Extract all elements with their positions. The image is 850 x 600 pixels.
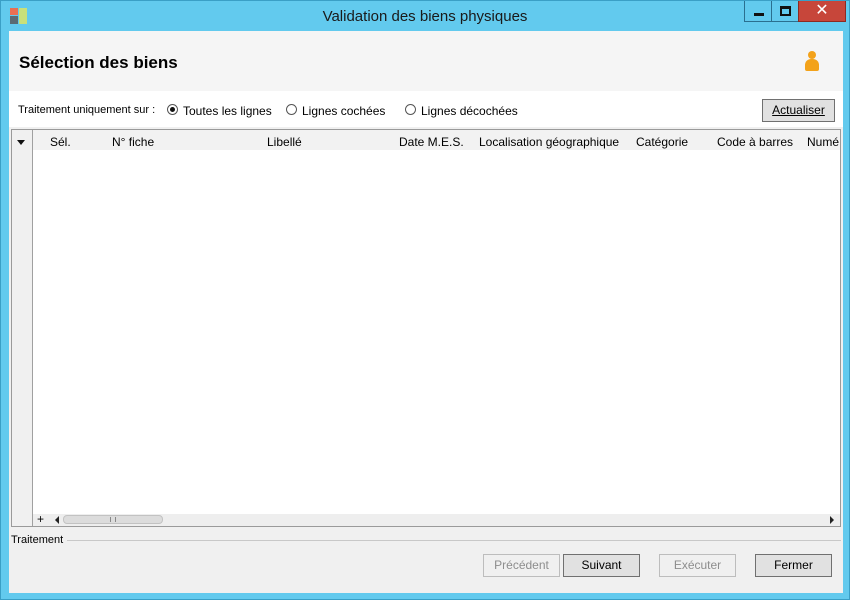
add-row-icon[interactable]: +	[37, 512, 44, 526]
grid-row-selector[interactable]	[12, 130, 33, 526]
column-header-code-barres[interactable]: Code à barres	[717, 135, 793, 149]
minimize-icon	[754, 13, 764, 16]
filter-label: Traitement uniquement sur :	[18, 104, 156, 116]
client-area: Sélection des biens Traitement uniquemen…	[9, 31, 843, 593]
app-window: Validation des biens physiques ✕ Sélecti…	[0, 0, 850, 600]
window-title: Validation des biens physiques	[322, 8, 528, 25]
column-header-sel[interactable]: Sél.	[50, 135, 71, 149]
scroll-left-icon[interactable]	[55, 516, 59, 524]
assets-grid[interactable]: Sél. N° fiche Libellé Date M.E.S. Locali…	[11, 129, 841, 527]
minimize-button[interactable]	[744, 1, 772, 22]
column-header-date-mes[interactable]: Date M.E.S.	[399, 135, 464, 149]
traitement-group-divider	[67, 540, 841, 541]
refresh-button[interactable]: Actualiser	[762, 99, 835, 122]
maximize-icon	[780, 6, 791, 16]
radio-all-lines-dot[interactable]	[167, 104, 178, 115]
column-header-localisation[interactable]: Localisation géographique	[479, 135, 619, 149]
radio-unchecked-lines-dot[interactable]	[405, 104, 416, 115]
radio-checked-lines-label: Lignes cochées	[302, 104, 386, 118]
scrollbar-thumb[interactable]	[63, 515, 163, 524]
maximize-button[interactable]	[771, 1, 799, 22]
scrollbar-grip-icon	[110, 517, 116, 522]
radio-checked-lines-dot[interactable]	[286, 104, 297, 115]
previous-button[interactable]: Précédent	[483, 554, 560, 577]
column-header-categorie[interactable]: Catégorie	[636, 135, 688, 149]
refresh-button-label: Actualiser	[772, 103, 825, 117]
grid-header: Sél. N° fiche Libellé Date M.E.S. Locali…	[33, 130, 840, 150]
column-header-fiche[interactable]: N° fiche	[112, 135, 154, 149]
title-bar[interactable]: Validation des biens physiques ✕	[1, 1, 849, 31]
column-header-libelle[interactable]: Libellé	[267, 135, 302, 149]
close-button[interactable]: Fermer	[755, 554, 832, 577]
radio-unchecked-lines-label: Lignes décochées	[421, 104, 518, 118]
horizontal-scrollbar[interactable]: +	[33, 512, 840, 526]
next-button[interactable]: Suivant	[563, 554, 640, 577]
execute-button[interactable]: Exécuter	[659, 554, 736, 577]
radio-all-lines-label: Toutes les lignes	[183, 104, 272, 118]
filter-bar: Traitement uniquement sur : Toutes les l…	[9, 91, 843, 127]
close-window-button[interactable]: ✕	[798, 1, 846, 22]
scroll-right-icon[interactable]	[830, 516, 834, 524]
column-header-numero[interactable]: Numé	[807, 135, 839, 149]
user-icon[interactable]	[803, 51, 821, 73]
traitement-group-label: Traitement	[11, 534, 64, 546]
page-header: Sélection des biens	[9, 31, 843, 91]
grid-menu-arrow-icon[interactable]	[17, 140, 25, 145]
close-icon: ✕	[815, 2, 829, 19]
page-title: Sélection des biens	[19, 53, 178, 72]
